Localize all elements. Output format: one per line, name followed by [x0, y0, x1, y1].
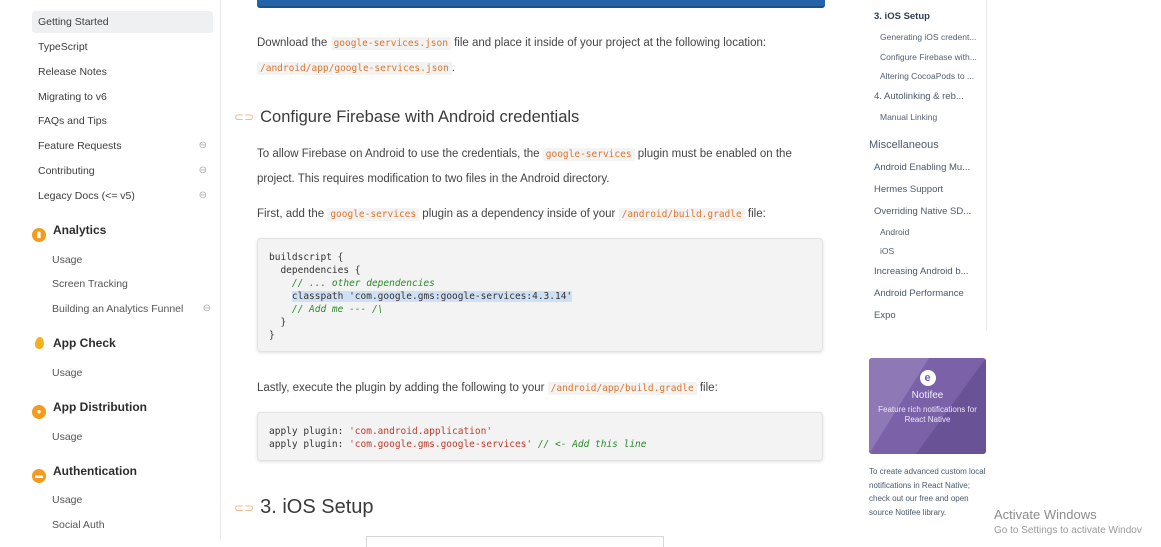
left-sidebar: Getting Started TypeScript Release Notes… — [0, 0, 221, 541]
inline-code: /android/app/google-services.json — [257, 62, 452, 75]
heading-ios-setup: ⊂⊃ 3. iOS Setup — [234, 496, 374, 518]
code-block-build-gradle[interactable]: buildscript { dependencies { // ... othe… — [257, 238, 823, 352]
sidebar-item-app-distribution-usage[interactable]: Usage — [52, 427, 217, 447]
table-of-contents: 3. iOS Setup Generating iOS credent... C… — [862, 0, 992, 541]
top-image-edge — [257, 0, 825, 8]
sidebar-section-authentication[interactable]: ▬ Authentication — [32, 460, 137, 483]
toc-item-altering-cocoapods[interactable]: Altering CocoaPods to ... — [880, 71, 992, 81]
toc-item-increasing-android[interactable]: Increasing Android b... — [874, 266, 986, 277]
toc-item-manual-linking[interactable]: Manual Linking — [880, 112, 992, 122]
ad-tagline: Feature rich notifications for React Nat… — [878, 405, 977, 424]
paragraph-lastly: Lastly, execute the plugin by adding the… — [257, 382, 718, 395]
authentication-icon: ▬ — [32, 469, 46, 483]
windows-watermark-title: Activate Windows — [994, 507, 1097, 522]
toc-item-android-performance[interactable]: Android Performance — [874, 288, 986, 299]
firebase-flame-icon — [34, 336, 45, 350]
link-icon[interactable]: ⊂⊃ — [234, 501, 254, 515]
paragraph-allow-firebase: To allow Firebase on Android to use the … — [257, 148, 792, 185]
sidebar-item-migrating[interactable]: Migrating to v6 — [32, 86, 213, 108]
sidebar-item-release-notes[interactable]: Release Notes — [32, 61, 213, 83]
sidebar-section-app-check[interactable]: App Check — [32, 332, 116, 354]
sidebar-item-getting-started[interactable]: Getting Started — [32, 11, 213, 33]
sidebar-section-app-distribution[interactable]: ● App Distribution — [32, 396, 147, 419]
inline-code: /android/app/build.gradle — [547, 382, 697, 395]
toc-item-overriding-sdk[interactable]: Overriding Native SD... — [874, 206, 986, 217]
sidebar-item-feature-requests[interactable]: Feature Requests ⊖ — [32, 135, 213, 157]
toc-item-ios[interactable]: iOS — [880, 246, 992, 256]
sidebar-item-screen-tracking[interactable]: Screen Tracking — [52, 274, 217, 294]
inline-code: google-services.json — [330, 37, 451, 50]
sidebar-item-legacy-docs[interactable]: Legacy Docs (<= v5) ⊖ — [32, 185, 213, 207]
toc-item-ios-setup[interactable]: 3. iOS Setup — [874, 11, 986, 22]
sidebar-item-faqs[interactable]: FAQs and Tips — [32, 110, 213, 132]
toc-item-android-multidex[interactable]: Android Enabling Mu... — [874, 162, 986, 173]
sidebar-section-analytics[interactable]: ▮ Analytics — [32, 219, 106, 242]
link-icon[interactable]: ⊂⊃ — [234, 110, 254, 124]
heading-configure-firebase: ⊂⊃ Configure Firebase with Android creden… — [234, 108, 580, 126]
toc-heading-misc[interactable]: Miscellaneous — [869, 139, 939, 151]
toc-item-generating-ios[interactable]: Generating iOS credent... — [880, 32, 992, 42]
inline-code: google-services — [327, 208, 420, 221]
app-distribution-icon: ● — [32, 405, 46, 419]
sidebar-item-contributing[interactable]: Contributing ⊖ — [32, 160, 213, 182]
sidebar-item-app-check-usage[interactable]: Usage — [52, 363, 217, 383]
highlighted-line: classpath 'com.google.gms:google-service… — [291, 291, 573, 302]
sidebar-item-typescript[interactable]: TypeScript — [32, 36, 213, 58]
external-link-icon: ⊖ — [198, 165, 207, 176]
toc-item-configure-firebase[interactable]: Configure Firebase with... — [880, 52, 992, 62]
sidebar-item-analytics-usage[interactable]: Usage — [52, 250, 217, 270]
sidebar-item-social-auth[interactable]: Social Auth — [52, 515, 217, 535]
windows-watermark-subtitle: Go to Settings to activate Windov — [994, 525, 1142, 536]
toc-item-expo[interactable]: Expo — [874, 310, 986, 321]
toc-divider — [986, 0, 987, 330]
toc-item-hermes[interactable]: Hermes Support — [874, 184, 986, 195]
sidebar-item-auth-usage[interactable]: Usage — [52, 490, 217, 510]
image-frame — [366, 536, 664, 547]
external-link-icon: ⊖ — [198, 140, 207, 151]
notifee-logo-icon: e — [919, 370, 936, 386]
notifee-ad-banner[interactable]: e Notifee Feature rich notifications for… — [869, 358, 986, 454]
toc-item-android[interactable]: Android — [880, 227, 992, 237]
sidebar-item-analytics-funnel[interactable]: Building an Analytics Funnel ⊖ — [52, 299, 217, 319]
inline-code: /android/build.gradle — [618, 208, 745, 221]
toc-item-autolinking[interactable]: 4. Autolinking & reb... — [874, 91, 986, 102]
main-content: Download the google-services.json file a… — [221, 0, 851, 547]
analytics-icon: ▮ — [32, 228, 46, 242]
paragraph-first-add: First, add the google-services plugin as… — [257, 208, 766, 221]
external-link-icon: ⊖ — [198, 190, 207, 201]
inline-code: google-services — [542, 148, 635, 161]
paragraph-download: Download the google-services.json file a… — [257, 37, 767, 75]
ad-description[interactable]: To create advanced custom local notifica… — [869, 465, 987, 519]
external-link-icon: ⊖ — [202, 303, 211, 314]
code-block-app-build-gradle[interactable]: apply plugin: 'com.android.application' … — [257, 412, 823, 461]
ad-brand: Notifee — [911, 390, 944, 401]
